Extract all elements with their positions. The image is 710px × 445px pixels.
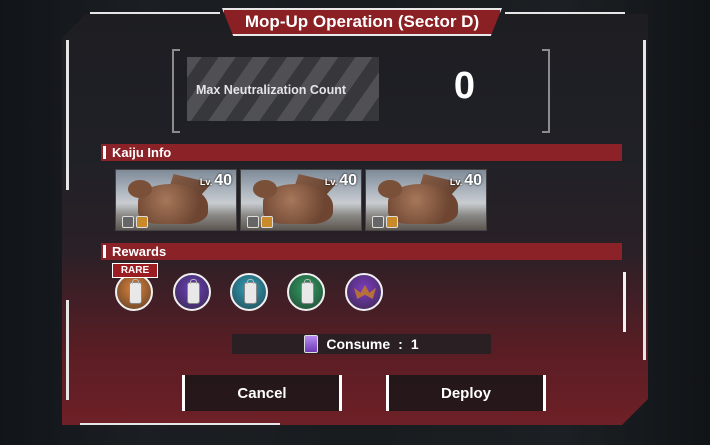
- reward-item[interactable]: [345, 273, 383, 311]
- kaiju-card[interactable]: Lv. 40: [365, 169, 487, 231]
- armor-icon: [122, 216, 134, 228]
- frame-accent-top-right: [505, 12, 625, 14]
- reward-item[interactable]: [115, 273, 153, 311]
- frame-accent-left-bottom: [66, 300, 69, 400]
- neutralization-label: Max Neutralization Count: [196, 83, 347, 97]
- consume-label: Consume: [326, 336, 391, 352]
- dialog-title-banner: Mop-Up Operation (Sector D): [222, 8, 502, 36]
- frame-accent-right: [643, 40, 646, 360]
- reward-item[interactable]: [173, 273, 211, 311]
- lantern-icon: [187, 279, 200, 304]
- cancel-button[interactable]: Cancel: [182, 375, 342, 411]
- rare-badge: RARE: [112, 263, 158, 278]
- lantern-icon: [301, 279, 314, 304]
- element-icon: [261, 216, 273, 228]
- neutralization-value: 0: [453, 65, 476, 107]
- element-icon: [386, 216, 398, 228]
- rewards-label: Rewards: [112, 244, 167, 259]
- bracket-left: [172, 49, 180, 133]
- reward-item[interactable]: [287, 273, 325, 311]
- kaiju-info-header: Kaiju Info: [101, 144, 622, 161]
- rewards-header: Rewards: [101, 243, 622, 260]
- bat-icon: [354, 285, 376, 299]
- frame-accent-left: [66, 40, 69, 190]
- lantern-icon: [244, 279, 257, 304]
- kaiju-info-label: Kaiju Info: [112, 145, 172, 160]
- armor-icon: [247, 216, 259, 228]
- bracket-right: [542, 49, 550, 133]
- element-icon: [136, 216, 148, 228]
- kaiju-level: Lv. 40: [324, 172, 357, 189]
- lantern-icon: [129, 279, 142, 304]
- kaiju-level: Lv. 40: [449, 172, 482, 189]
- rewards-scrollbar[interactable]: [623, 272, 626, 332]
- frame-accent-top: [90, 12, 220, 14]
- consume-bar: Consume : 1: [232, 334, 491, 354]
- kaiju-level: Lv. 40: [199, 172, 232, 189]
- consume-value: 1: [410, 336, 419, 352]
- frame-accent-bottom: [80, 423, 280, 425]
- reward-item[interactable]: [230, 273, 268, 311]
- dialog-title: Mop-Up Operation (Sector D): [244, 12, 480, 31]
- deploy-button[interactable]: Deploy: [386, 375, 546, 411]
- consume-separator: :: [398, 336, 403, 352]
- neutralization-panel: Max Neutralization Count 0: [172, 49, 550, 133]
- ticket-icon: [304, 335, 319, 353]
- armor-icon: [372, 216, 384, 228]
- kaiju-card[interactable]: Lv. 40: [115, 169, 237, 231]
- kaiju-card[interactable]: Lv. 40: [240, 169, 362, 231]
